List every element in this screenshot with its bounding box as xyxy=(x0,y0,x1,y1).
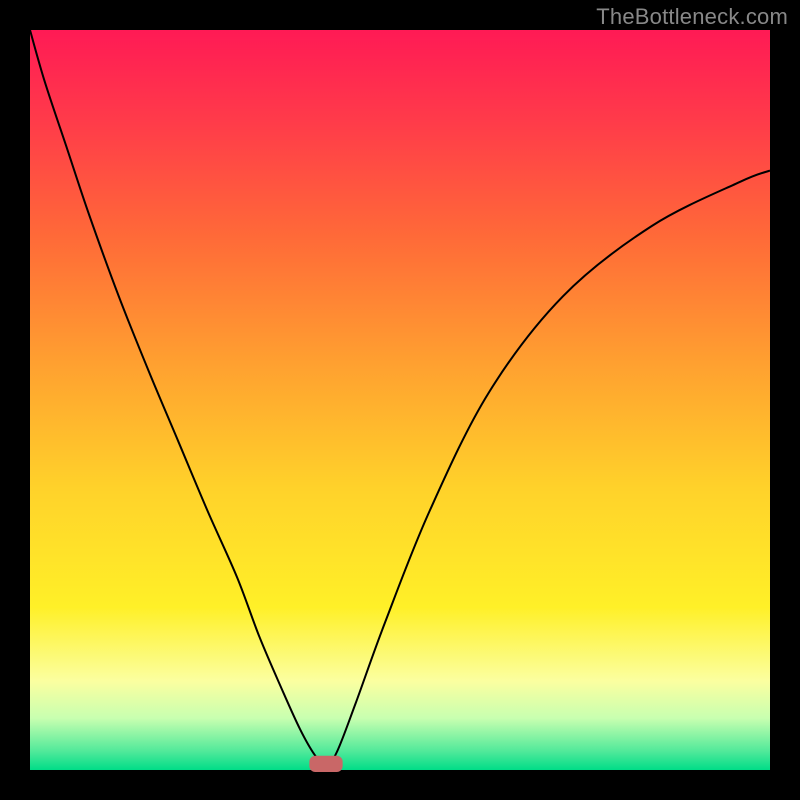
optimum-marker xyxy=(309,756,342,772)
bottleneck-chart xyxy=(0,0,800,800)
chart-frame: TheBottleneck.com xyxy=(0,0,800,800)
plot-background xyxy=(30,30,770,770)
watermark-text: TheBottleneck.com xyxy=(596,4,788,30)
